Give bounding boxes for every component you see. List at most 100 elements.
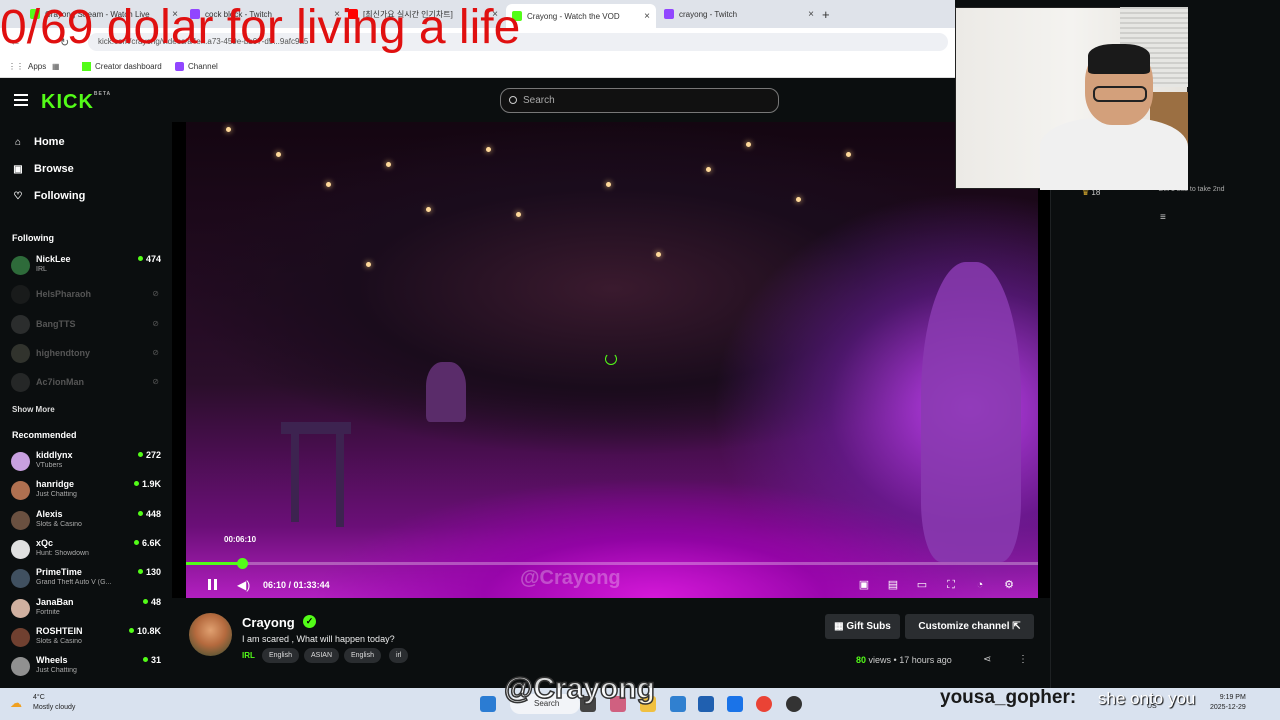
external-link-icon: ⇱ [1009,621,1021,632]
cinema-icon[interactable]: ▭ [915,578,929,592]
channel-category: Slots & Casino [36,637,82,645]
channel-name: Wheels [36,655,68,666]
channel-name: PrimeTime [36,567,82,578]
sidebar-channel[interactable]: Ac7ionMan ⊘ [11,371,161,397]
channel-name: highendtony [36,347,90,358]
hamburger-menu-icon[interactable] [14,94,28,106]
sidebar-channel[interactable]: highendtony ⊘ [11,342,161,368]
live-dot-icon [142,598,148,604]
channel-avatar [11,539,30,559]
search-input[interactable]: Search [500,88,779,113]
offline-icon: ⊘ [152,347,159,357]
stream-watermark: @Crayong [503,671,655,706]
volume-icon[interactable]: ◀) [237,578,250,592]
channel-name: JanaBan [36,596,74,607]
tag[interactable]: English [262,648,299,663]
channel-avatar[interactable] [189,613,232,656]
stream-category[interactable]: IRL [242,651,255,660]
heart-icon: ♡ [13,190,23,202]
outlook-icon[interactable] [727,696,743,712]
nav-following[interactable]: ♡ Following [12,190,86,202]
home-icon: ⌂ [14,136,22,148]
following-header: Following [12,233,54,243]
twitch-icon [175,62,184,71]
grid-icon[interactable]: ▦ [52,62,60,71]
sidebar-channel[interactable]: PrimeTime Grand Theft Auto V (G... 130 [11,567,161,593]
browser-tab[interactable]: crayong - Twitch × [664,4,814,24]
store-icon[interactable] [698,696,714,712]
tag[interactable]: ASIAN [304,648,340,663]
channel-avatar [11,569,30,589]
more-options-icon[interactable]: ⋮ [1018,654,1028,665]
streamer-shirt [1040,118,1188,190]
tab-favicon-icon [664,9,674,19]
channel-category: IRL [36,266,47,273]
weather-icon: ☁ [10,696,22,710]
show-more-link[interactable]: Show More [12,405,55,414]
sidebar-channel[interactable]: NickLee IRL 474 [11,254,161,280]
new-tab-icon[interactable]: + [822,4,830,24]
gift-subs-button[interactable]: ▦ Gift Subs [825,614,900,639]
channel-avatar [11,256,30,275]
sidebar-channel[interactable]: kiddlynx VTubers 272 [11,450,161,476]
bookmarks-bar: ⋮⋮ Apps ▦ Creator dashboard Channel [0,56,955,78]
sidebar-channel[interactable]: ROSHTEIN Slots & Casino 10.8K [11,626,161,652]
channel-name: HelsPharaoh [36,289,92,300]
fullscreen-icon[interactable]: ⛶ [944,578,958,592]
sidebar-channel[interactable]: JanaBan Fortnite 48 [11,597,161,623]
seek-tooltip: 00:06:10 [224,535,257,544]
recommended-header: Recommended [12,430,77,440]
nav-home[interactable]: ⌂ Home [12,136,65,148]
pause-icon[interactable] [208,579,218,591]
channel-name: ROSHTEIN [36,625,83,636]
customize-channel-button[interactable]: Customize channel ⇱ [905,614,1034,639]
settings-icon[interactable]: ⚙ [1002,578,1016,592]
channel-name: BangTTS [36,318,76,329]
chrome-icon[interactable] [756,696,772,712]
channel-name: kiddlynx [36,450,73,460]
viewer-count: 474 [137,254,161,264]
weather-widget[interactable]: 4°C Mostly cloudy [33,693,75,713]
channel-avatar [11,510,30,530]
share-icon[interactable]: ⋖ [983,654,991,665]
channel-avatar [11,373,30,393]
video-watermark: @Crayong [520,567,621,589]
bookmark-apps[interactable]: ⋮⋮ Apps [8,62,46,71]
overlay-chat-message: she onto you [1098,689,1196,708]
edge-icon[interactable] [670,696,686,712]
browser-tab[interactable]: Crayong - Watch the VOD × [506,4,656,28]
theater-icon[interactable]: ▤ [886,578,900,592]
miniplayer-icon[interactable]: ▣ [857,578,871,592]
tag[interactable]: English [344,648,381,663]
viewer-count: 10.8K [128,626,161,636]
channel-name: NickLee [36,254,71,264]
close-tab-icon[interactable]: × [808,9,814,20]
progress-bar[interactable] [186,562,1038,565]
speed-icon[interactable]: ◔ [973,578,987,592]
progress-fill [186,562,243,565]
sidebar-channel[interactable]: Alexis Slots & Casino 448 [11,509,161,535]
progress-handle[interactable] [237,558,249,569]
channel-category: VTubers [36,462,63,469]
windows-start-icon[interactable] [480,696,496,712]
sidebar-channel[interactable]: Wheels Just Chatting 31 [11,655,161,681]
channel-avatar [11,657,30,677]
kick-logo[interactable]: KICKBETA [41,91,111,114]
tag[interactable]: irl [389,648,409,663]
sidebar-channel[interactable]: HelsPharaoh ⊘ [11,283,161,309]
sidebar-channel[interactable]: BangTTS ⊘ [11,313,161,339]
sidebar-channel[interactable]: xQc Hunt: Showdown 6.6K [11,538,161,564]
viewer-count: 272 [137,450,161,460]
obs-icon[interactable] [786,696,802,712]
sidebar-channel[interactable]: hanridge Just Chatting 1.9K [11,479,161,505]
filter-icon[interactable]: ≡ [1160,212,1166,223]
taskbar-clock[interactable]: 9:19 PM 2025-12-29 [1210,693,1246,713]
bookmark-channel[interactable]: Channel [175,62,218,71]
close-tab-icon[interactable]: × [644,11,650,22]
channel-avatar [11,481,30,501]
channel-category: Hunt: Showdown [36,549,89,557]
nav-browse[interactable]: ▣ Browse [12,163,73,175]
channel-name[interactable]: Crayong [242,615,295,630]
bookmark-creator-dashboard[interactable]: Creator dashboard [82,62,162,71]
live-dot-icon [137,569,143,575]
